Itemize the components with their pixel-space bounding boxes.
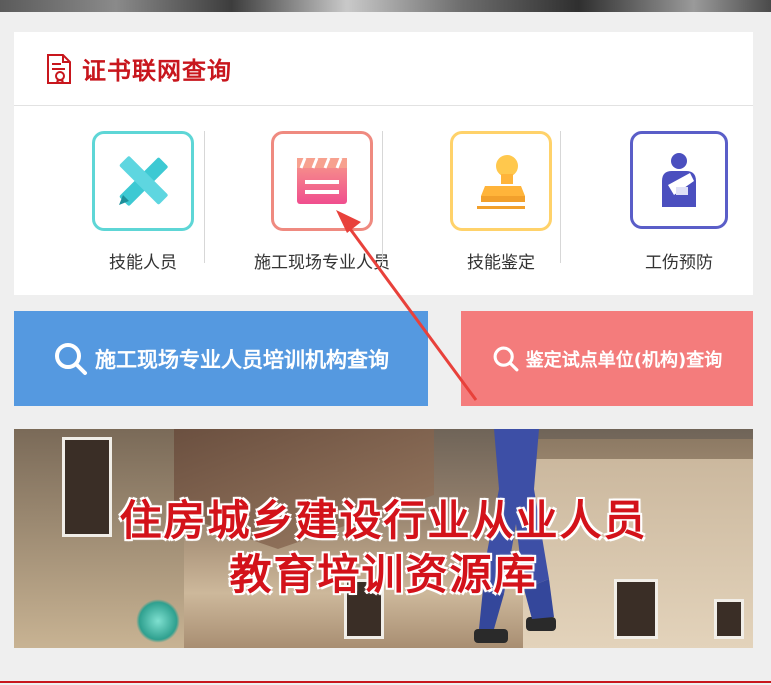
category-label: 技能人员 xyxy=(109,253,177,273)
certificate-header: 证书联网查询 xyxy=(14,32,753,106)
category-tile xyxy=(630,131,728,229)
top-banner-image xyxy=(0,0,771,12)
tools-icon xyxy=(119,156,168,206)
category-site-professionals[interactable]: 施工现场专业人员 xyxy=(232,106,412,294)
category-row: 技能人员 施工现场专业人员 技能鉴定 工伤预防 xyxy=(14,106,753,294)
injured-person-icon xyxy=(662,153,696,207)
category-tile xyxy=(271,131,373,231)
stamp-icon xyxy=(477,155,525,209)
bottom-divider xyxy=(0,681,771,683)
training-query-label: 施工现场专业人员培训机构查询 xyxy=(95,347,389,372)
appraisal-unit-query-button[interactable]: 鉴定试点单位(机构)查询 xyxy=(461,311,753,406)
category-label: 工伤预防 xyxy=(645,253,713,273)
divider xyxy=(382,131,383,263)
category-skilled-workers[interactable]: 技能人员 xyxy=(53,106,233,294)
appraisal-query-label: 鉴定试点单位(机构)查询 xyxy=(525,349,723,371)
category-skill-appraisal[interactable]: 技能鉴定 xyxy=(411,106,591,294)
clapperboard-icon xyxy=(297,157,347,204)
search-icon xyxy=(493,346,519,371)
divider xyxy=(560,131,561,263)
banner-title-line1: 住房城乡建设行业从业人员 xyxy=(119,496,648,545)
banner-light-glow xyxy=(136,599,180,643)
category-tile xyxy=(92,131,194,231)
search-icon xyxy=(55,342,87,375)
training-resource-banner[interactable]: 住房城乡建设行业从业人员 教育培训资源库 xyxy=(14,429,753,648)
divider xyxy=(204,131,205,263)
banner-title-line2: 教育培训资源库 xyxy=(229,550,538,599)
certificate-title: 证书联网查询 xyxy=(82,57,232,85)
document-icon xyxy=(47,53,71,84)
category-tile xyxy=(450,131,552,231)
training-institution-query-button[interactable]: 施工现场专业人员培训机构查询 xyxy=(14,311,428,406)
category-label: 技能鉴定 xyxy=(467,253,535,273)
certificate-query-panel: 证书联网查询 技能人员 施工现场专业人员 技能鉴定 工伤预防 xyxy=(14,32,753,295)
banner-window xyxy=(714,599,744,639)
category-label: 施工现场专业人员 xyxy=(254,253,390,273)
category-injury-prevention[interactable]: 工伤预防 xyxy=(589,106,769,294)
page: 证书联网查询 技能人员 施工现场专业人员 技能鉴定 工伤预防 施工现场专业人员培… xyxy=(0,0,771,685)
